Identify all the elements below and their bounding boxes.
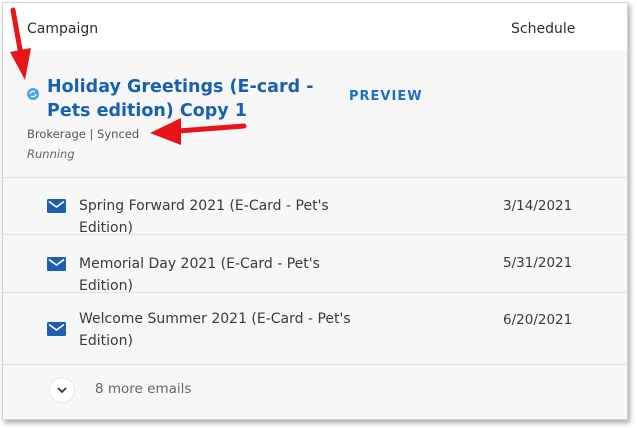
email-row[interactable]: Spring Forward 2021 (E-Card - Pet's Edit…	[3, 178, 627, 236]
preview-link[interactable]: PREVIEW	[349, 89, 423, 104]
campaign-status: Running	[27, 147, 75, 161]
email-date: 5/31/2021	[503, 255, 573, 271]
sync-icon	[27, 88, 39, 100]
email-name: Spring Forward 2021 (E-Card - Pet's Edit…	[79, 198, 329, 236]
campaign-panel: Campaign Schedule Holiday Greetings (E-c…	[2, 2, 628, 420]
email-name: Welcome Summer 2021 (E-Card - Pet's Edit…	[79, 311, 351, 349]
more-emails-row[interactable]: 8 more emails	[3, 365, 627, 419]
email-date: 6/20/2021	[503, 312, 573, 328]
chevron-down-icon[interactable]	[49, 377, 75, 403]
email-row[interactable]: Welcome Summer 2021 (E-Card - Pet's Edit…	[3, 293, 627, 365]
email-row[interactable]: Memorial Day 2021 (E-Card - Pet's Editio…	[3, 235, 627, 294]
email-date: 3/14/2021	[503, 198, 573, 214]
mail-icon	[47, 322, 66, 336]
email-name: Memorial Day 2021 (E-Card - Pet's Editio…	[79, 256, 320, 294]
campaign-title-link[interactable]: Holiday Greetings (E-card - Pets edition…	[47, 75, 347, 123]
schedule-column-header: Schedule	[511, 21, 576, 37]
mail-icon	[47, 257, 66, 271]
campaign-row: Holiday Greetings (E-card - Pets edition…	[3, 51, 627, 178]
campaign-column-header: Campaign	[27, 21, 99, 37]
campaign-meta: Brokerage | Synced	[27, 127, 140, 141]
more-emails-label[interactable]: 8 more emails	[95, 381, 191, 397]
mail-icon	[47, 199, 66, 213]
